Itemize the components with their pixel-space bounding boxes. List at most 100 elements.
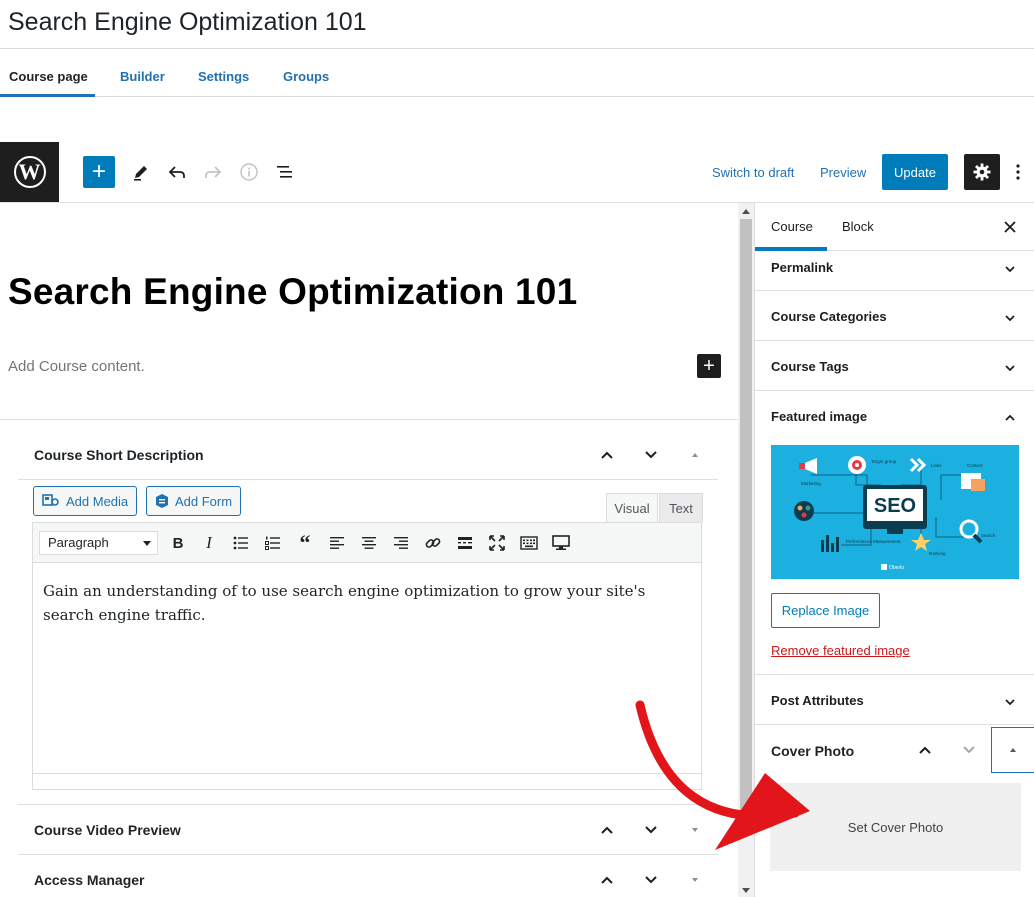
numbered-list-icon[interactable]	[261, 531, 285, 555]
chevron-down-icon[interactable]	[947, 727, 991, 773]
post-title[interactable]: Search Engine Optimization 101	[8, 271, 577, 313]
image-label-marketing: Marketing	[801, 481, 821, 486]
switch-to-draft-button[interactable]: Switch to draft	[712, 165, 794, 180]
add-media-label: Add Media	[66, 493, 129, 509]
gear-icon[interactable]	[964, 154, 1000, 190]
panel-permalink[interactable]: Permalink	[755, 251, 1034, 291]
italic-icon[interactable]: I	[197, 531, 221, 555]
info-icon[interactable]	[233, 156, 265, 188]
featured-image-preview[interactable]: SEO Marketing Target group Links Content…	[771, 445, 1019, 579]
list-view-icon[interactable]	[269, 156, 301, 188]
chevron-up-icon[interactable]	[595, 805, 619, 855]
scroll-up-icon[interactable]	[742, 209, 750, 214]
cover-photo-title: Cover Photo	[771, 743, 855, 759]
tab-groups[interactable]: Groups	[283, 49, 329, 97]
metabox-header: Course Video Preview	[18, 805, 718, 855]
chevron-up-icon[interactable]	[595, 855, 619, 897]
content-placeholder[interactable]: Add Course content.	[8, 358, 145, 375]
classic-editor: Paragraph B I “ Gain an understanding of…	[32, 522, 702, 790]
short-description-text[interactable]: Gain an understanding of to use search e…	[33, 563, 701, 643]
pencil-icon[interactable]	[125, 156, 157, 188]
metabox-short-description: Course Short Description Add Media Add F…	[18, 430, 718, 805]
form-icon	[155, 493, 169, 509]
caret-down-icon[interactable]	[683, 855, 707, 897]
metabox-header: Access Manager	[18, 855, 718, 897]
chevron-down-icon[interactable]	[1002, 694, 1018, 710]
chevron-down-icon[interactable]	[1002, 261, 1018, 277]
seo-label: SEO	[874, 495, 916, 517]
content-scrollbar[interactable]	[738, 203, 754, 897]
align-right-icon[interactable]	[389, 531, 413, 555]
remove-featured-image-link[interactable]: Remove featured image	[771, 643, 910, 658]
add-form-label: Add Form	[175, 493, 233, 509]
chevron-up-icon[interactable]	[903, 727, 947, 773]
bold-icon[interactable]: B	[166, 531, 190, 555]
chevron-down-icon[interactable]	[1002, 310, 1018, 326]
active-tab-indicator	[0, 94, 95, 97]
sidebar-tab-course[interactable]: Course	[771, 203, 813, 251]
tab-visual[interactable]: Visual	[606, 493, 658, 522]
image-label-target-group: Target group	[871, 459, 897, 464]
image-label-performance: Performance Measurement	[846, 539, 901, 544]
keyboard-icon[interactable]	[517, 531, 541, 555]
panel-title[interactable]: Featured image	[771, 409, 867, 424]
metabox-video-preview: Course Video Preview	[18, 805, 718, 855]
preview-button[interactable]: Preview	[820, 165, 866, 180]
classic-editor-toolbar: Paragraph B I “	[33, 523, 701, 563]
inline-add-block-button[interactable]: +	[697, 354, 721, 378]
course-tabs: Course page Builder Settings Groups	[0, 49, 1034, 97]
caret-down-icon	[143, 541, 151, 546]
tab-course-page[interactable]: Course page	[9, 49, 88, 97]
redo-icon[interactable]	[197, 156, 229, 188]
editor-toolbar: W + Switch to draft Preview Update	[0, 142, 1034, 203]
close-icon[interactable]	[1000, 217, 1020, 237]
caret-up-icon[interactable]	[991, 727, 1034, 773]
metabox-access-manager: Access Manager	[18, 855, 718, 897]
panel-course-categories[interactable]: Course Categories	[755, 291, 1034, 341]
wordpress-logo-icon[interactable]: W	[0, 142, 59, 202]
chevron-down-icon[interactable]	[639, 855, 663, 897]
monitor-icon[interactable]	[549, 531, 573, 555]
scroll-thumb[interactable]	[740, 219, 752, 825]
chevron-up-icon[interactable]	[595, 430, 619, 480]
media-icon	[42, 493, 60, 509]
fullscreen-icon[interactable]	[485, 531, 509, 555]
blockquote-icon[interactable]: “	[293, 530, 317, 555]
bullet-list-icon[interactable]	[229, 531, 253, 555]
divider	[0, 419, 738, 420]
tab-settings[interactable]: Settings	[198, 49, 249, 97]
chevron-down-icon[interactable]	[1002, 360, 1018, 376]
caret-up-icon[interactable]	[683, 430, 707, 480]
image-label-oberlo: Oberlo	[889, 565, 904, 571]
read-more-icon[interactable]	[453, 531, 477, 555]
replace-image-button[interactable]: Replace Image	[771, 593, 880, 628]
align-center-icon[interactable]	[357, 531, 381, 555]
scroll-down-icon[interactable]	[742, 888, 750, 893]
format-select-value: Paragraph	[48, 535, 109, 550]
tab-text[interactable]: Text	[659, 493, 703, 522]
format-select[interactable]: Paragraph	[39, 531, 158, 555]
panel-course-tags[interactable]: Course Tags	[755, 341, 1034, 391]
image-label-links: Links	[931, 463, 942, 468]
add-form-button[interactable]: Add Form	[146, 486, 242, 516]
more-vertical-icon[interactable]	[1010, 156, 1026, 188]
sidebar-tab-block[interactable]: Block	[842, 203, 874, 251]
set-cover-photo-button[interactable]: Set Cover Photo	[770, 783, 1021, 871]
tab-builder[interactable]: Builder	[120, 49, 165, 97]
add-media-button[interactable]: Add Media	[33, 486, 138, 516]
metabox-title: Access Manager	[34, 872, 145, 888]
panel-title: Permalink	[771, 260, 834, 275]
chevron-up-icon[interactable]	[1002, 410, 1018, 426]
caret-down-icon[interactable]	[683, 805, 707, 855]
add-block-button[interactable]: +	[83, 156, 115, 188]
panel-title: Post Attributes	[771, 693, 864, 708]
panel-post-attributes[interactable]: Post Attributes	[755, 675, 1034, 725]
undo-icon[interactable]	[161, 156, 193, 188]
align-left-icon[interactable]	[325, 531, 349, 555]
sidebar-tabs: Course Block	[755, 203, 1034, 251]
chevron-down-icon[interactable]	[639, 430, 663, 480]
update-button[interactable]: Update	[882, 154, 948, 190]
link-icon[interactable]	[421, 531, 445, 555]
editor-statusbar	[33, 773, 701, 789]
chevron-down-icon[interactable]	[639, 805, 663, 855]
